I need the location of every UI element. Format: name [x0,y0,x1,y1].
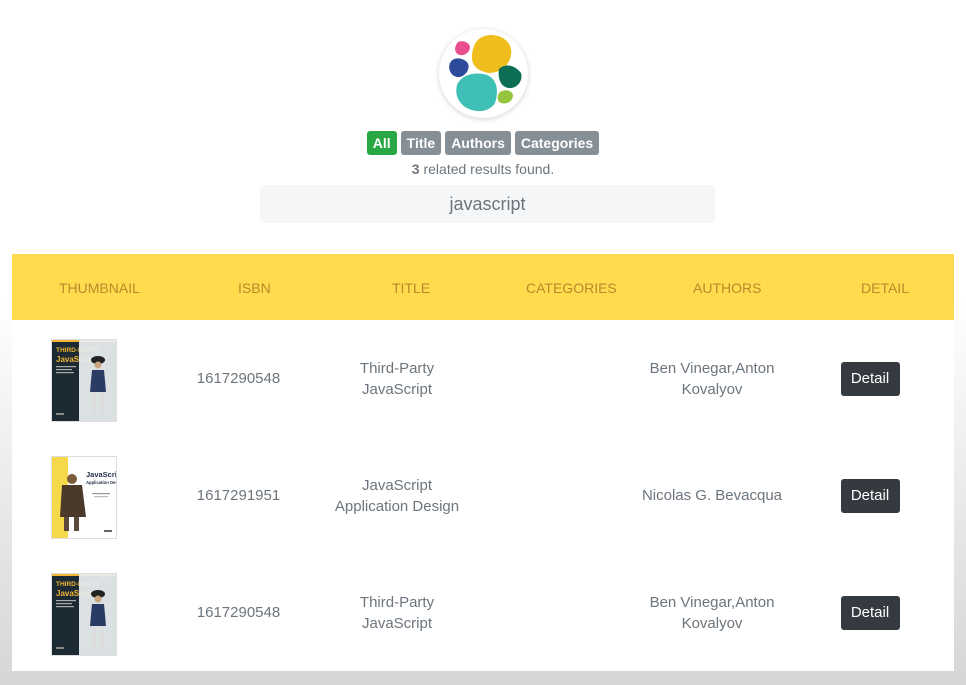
categories-cell [492,437,642,554]
header-detail: DETAIL [861,280,909,296]
table-row: THIRD-PARTY JavaScript 1617290548 Third-… [12,320,954,437]
detail-cell: Detail [812,320,928,437]
detail-button[interactable]: Detail [840,478,900,513]
table-header: THUMBNAIL ISBN TITLE CATEGORIES AUTHORS … [12,254,954,320]
header-thumbnail: THUMBNAIL [59,280,140,296]
isbn-cell: 1617290548 [196,370,281,387]
title-cell: Third-Party JavaScript [359,359,435,398]
filter-all-button[interactable]: All [366,131,397,155]
categories-cell [492,554,642,671]
filter-group: All Title Authors Categories [0,131,966,155]
svg-text:JavaScript: JavaScript [86,470,116,479]
book-thumbnail[interactable]: THIRD-PARTY JavaScript [51,339,117,422]
title-cell: Third-Party JavaScript [359,593,435,632]
authors-cell: Ben Vinegar,Anton Kovalyov [649,359,775,398]
authors-cell: Nicolas G. Bevacqua [641,487,783,504]
table-row: JavaScript Application Design 1617291951… [12,437,954,554]
categories-cell [492,320,642,437]
detail-button[interactable]: Detail [840,595,900,630]
detail-button[interactable]: Detail [840,361,900,396]
detail-cell: Detail [812,554,928,671]
book-cover-icon: THIRD-PARTY JavaScript [52,340,116,421]
isbn-cell: 1617291951 [196,487,281,504]
book-thumbnail[interactable]: THIRD-PARTY JavaScript [51,573,117,656]
header-title: TITLE [392,280,431,296]
header-categories: CATEGORIES [526,280,617,296]
title-cell: JavaScript Application Design [334,476,460,515]
filter-title-button[interactable]: Title [400,131,442,155]
detail-cell: Detail [812,437,928,554]
book-cover-icon: JavaScript Application Design [52,457,116,538]
authors-cell: Ben Vinegar,Anton Kovalyov [649,593,775,632]
header-authors: AUTHORS [693,280,762,296]
header-isbn: ISBN [238,280,271,296]
book-cover-icon: THIRD-PARTY JavaScript [52,574,116,655]
results-text: related results found. [419,161,555,177]
filter-categories-button[interactable]: Categories [514,131,600,155]
results-table: THUMBNAIL ISBN TITLE CATEGORIES AUTHORS … [12,254,954,671]
filter-authors-button[interactable]: Authors [445,131,511,155]
book-thumbnail[interactable]: JavaScript Application Design [51,456,117,539]
search-input[interactable] [260,185,715,223]
results-summary: 3 related results found. [0,161,966,177]
isbn-cell: 1617290548 [196,604,281,621]
results-count: 3 [411,161,420,177]
logo-icon [449,35,522,112]
svg-text:Application Design: Application Design [86,480,116,485]
table-row: THIRD-PARTY JavaScript 1617290548 Third-… [12,554,954,671]
elastic-logo [439,29,528,118]
